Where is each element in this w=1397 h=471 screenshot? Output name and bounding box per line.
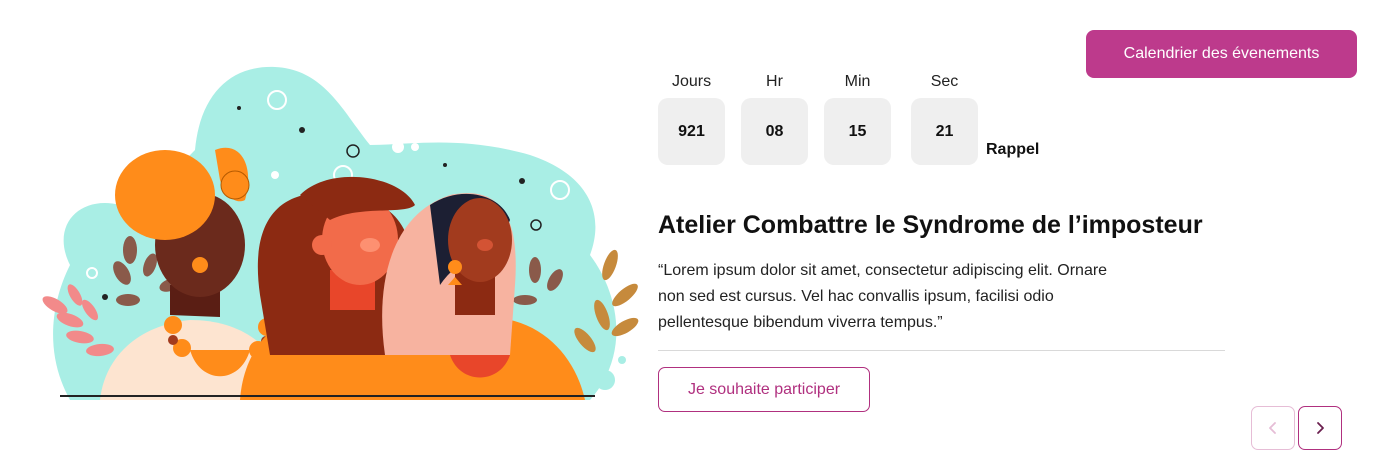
chevron-right-icon xyxy=(1317,422,1324,434)
countdown-minutes-value: 15 xyxy=(824,98,891,165)
countdown-seconds-label: Sec xyxy=(930,73,959,90)
event-illustration xyxy=(30,55,650,405)
countdown-hours-label: Hr xyxy=(766,73,783,90)
countdown-hours: Hr 08 xyxy=(741,72,808,165)
event-description: “Lorem ipsum dolor sit amet, consectetur… xyxy=(658,262,1108,331)
countdown-minutes-label: Min xyxy=(844,73,871,90)
event-title: Atelier Combattre le Syndrome de l’impos… xyxy=(658,211,1203,239)
calendar-button[interactable]: Calendrier des évenements xyxy=(1086,30,1357,78)
countdown-minutes: Min 15 xyxy=(824,72,891,165)
countdown-seconds-value: 21 xyxy=(911,98,978,165)
event-page: Calendrier des évenements Jours 921 Hr 0… xyxy=(0,0,1397,471)
countdown-days-label: Jours xyxy=(671,73,712,90)
reminder-link[interactable]: Rappel xyxy=(986,141,1039,159)
countdown-days: Jours 921 xyxy=(658,72,725,165)
chevron-left-icon xyxy=(1269,422,1276,434)
three-women-illustration xyxy=(42,66,639,400)
countdown-seconds: Sec 21 xyxy=(911,72,978,165)
countdown-days-value: 921 xyxy=(658,98,725,165)
countdown-hours-value: 08 xyxy=(741,98,808,165)
participate-button[interactable]: Je souhaite participer xyxy=(658,367,870,412)
divider xyxy=(658,350,1225,351)
carousel-prev-button[interactable] xyxy=(1251,406,1295,450)
carousel-next-button[interactable] xyxy=(1298,406,1342,450)
